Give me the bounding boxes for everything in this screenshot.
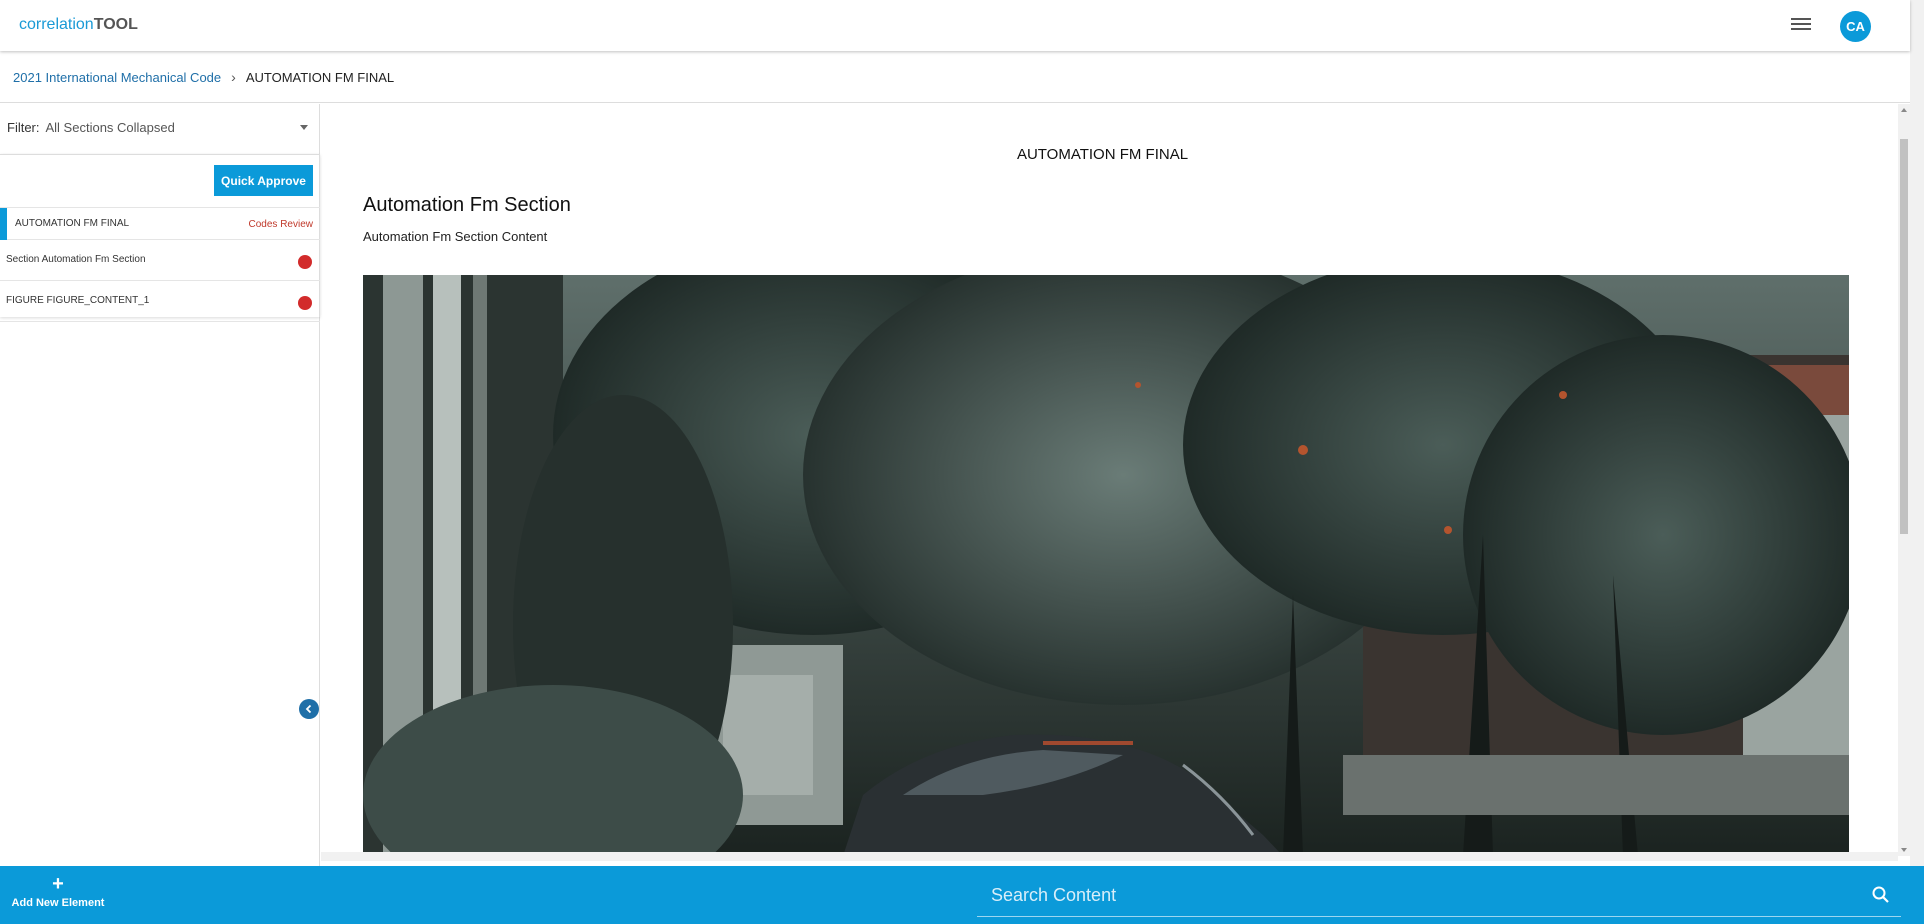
dropdown-caret-icon[interactable]: [300, 125, 308, 130]
vertical-scrollbar[interactable]: [1898, 104, 1910, 856]
top-app-bar: correlationTOOL CA: [0, 0, 1910, 51]
scroll-down-arrow-icon[interactable]: [1901, 848, 1907, 852]
bottom-toolbar: + Add New Element: [0, 866, 1924, 924]
filter-value[interactable]: All Sections Collapsed: [46, 120, 301, 135]
chevron-right-icon: ›: [231, 69, 236, 85]
breadcrumb: 2021 International Mechanical Code › AUT…: [0, 52, 1910, 103]
hamburger-menu-icon[interactable]: [1790, 15, 1812, 37]
filter-dropdown[interactable]: Filter: All Sections Collapsed: [7, 120, 312, 135]
section-tree: Quick Approve AUTOMATION FM FINAL Codes …: [0, 154, 320, 322]
filter-label: Filter:: [7, 120, 40, 135]
status-dot-icon: [298, 296, 312, 310]
user-avatar[interactable]: CA: [1840, 11, 1871, 42]
status-badge: Codes Review: [248, 219, 313, 230]
selected-indicator: [0, 208, 7, 240]
breadcrumb-current: AUTOMATION FM FINAL: [245, 69, 395, 85]
document-title: AUTOMATION FM FINAL: [1016, 146, 1189, 163]
status-dot-icon: [298, 255, 312, 269]
horizontal-scrollbar[interactable]: [321, 852, 1898, 861]
breadcrumb-parent-link[interactable]: 2021 International Mechanical Code: [13, 70, 221, 85]
tree-item-figure[interactable]: FIGURE FIGURE_CONTENT_1: [0, 282, 320, 322]
add-new-element-button[interactable]: + Add New Element: [10, 873, 106, 909]
search-icon[interactable]: [1869, 883, 1893, 907]
page-scrollbar[interactable]: [1910, 0, 1924, 866]
tree-item-label: FIGURE FIGURE_CONTENT_1: [6, 295, 150, 306]
content-area: AUTOMATION FM FINAL Automation Fm Sectio…: [321, 104, 1898, 856]
section-content[interactable]: Automation Fm Section Content: [363, 229, 547, 244]
tree-item-section[interactable]: Section Automation Fm Section: [0, 241, 320, 281]
search-input[interactable]: [977, 884, 1869, 906]
tree-item-document[interactable]: AUTOMATION FM FINAL Codes Review: [0, 207, 320, 240]
section-heading[interactable]: Automation Fm Section: [363, 194, 571, 217]
search-bar: [977, 874, 1901, 917]
plus-icon: +: [52, 873, 64, 895]
figure-image[interactable]: [363, 275, 1849, 856]
quick-approve-button[interactable]: Quick Approve: [214, 165, 313, 196]
collapse-sidebar-icon[interactable]: [299, 699, 319, 719]
scrollbar-thumb[interactable]: [1900, 139, 1908, 534]
scroll-up-arrow-icon[interactable]: [1901, 108, 1907, 112]
logo-text-secondary: TOOL: [93, 16, 138, 33]
add-new-element-label: Add New Element: [11, 897, 105, 909]
tree-item-label: AUTOMATION FM FINAL: [15, 218, 130, 229]
sidebar: Filter: All Sections Collapsed Quick App…: [0, 104, 320, 866]
tree-item-label: Section Automation Fm Section: [6, 254, 146, 265]
app-logo[interactable]: correlationTOOL: [19, 16, 138, 34]
logo-text-primary: correlation: [19, 16, 94, 33]
